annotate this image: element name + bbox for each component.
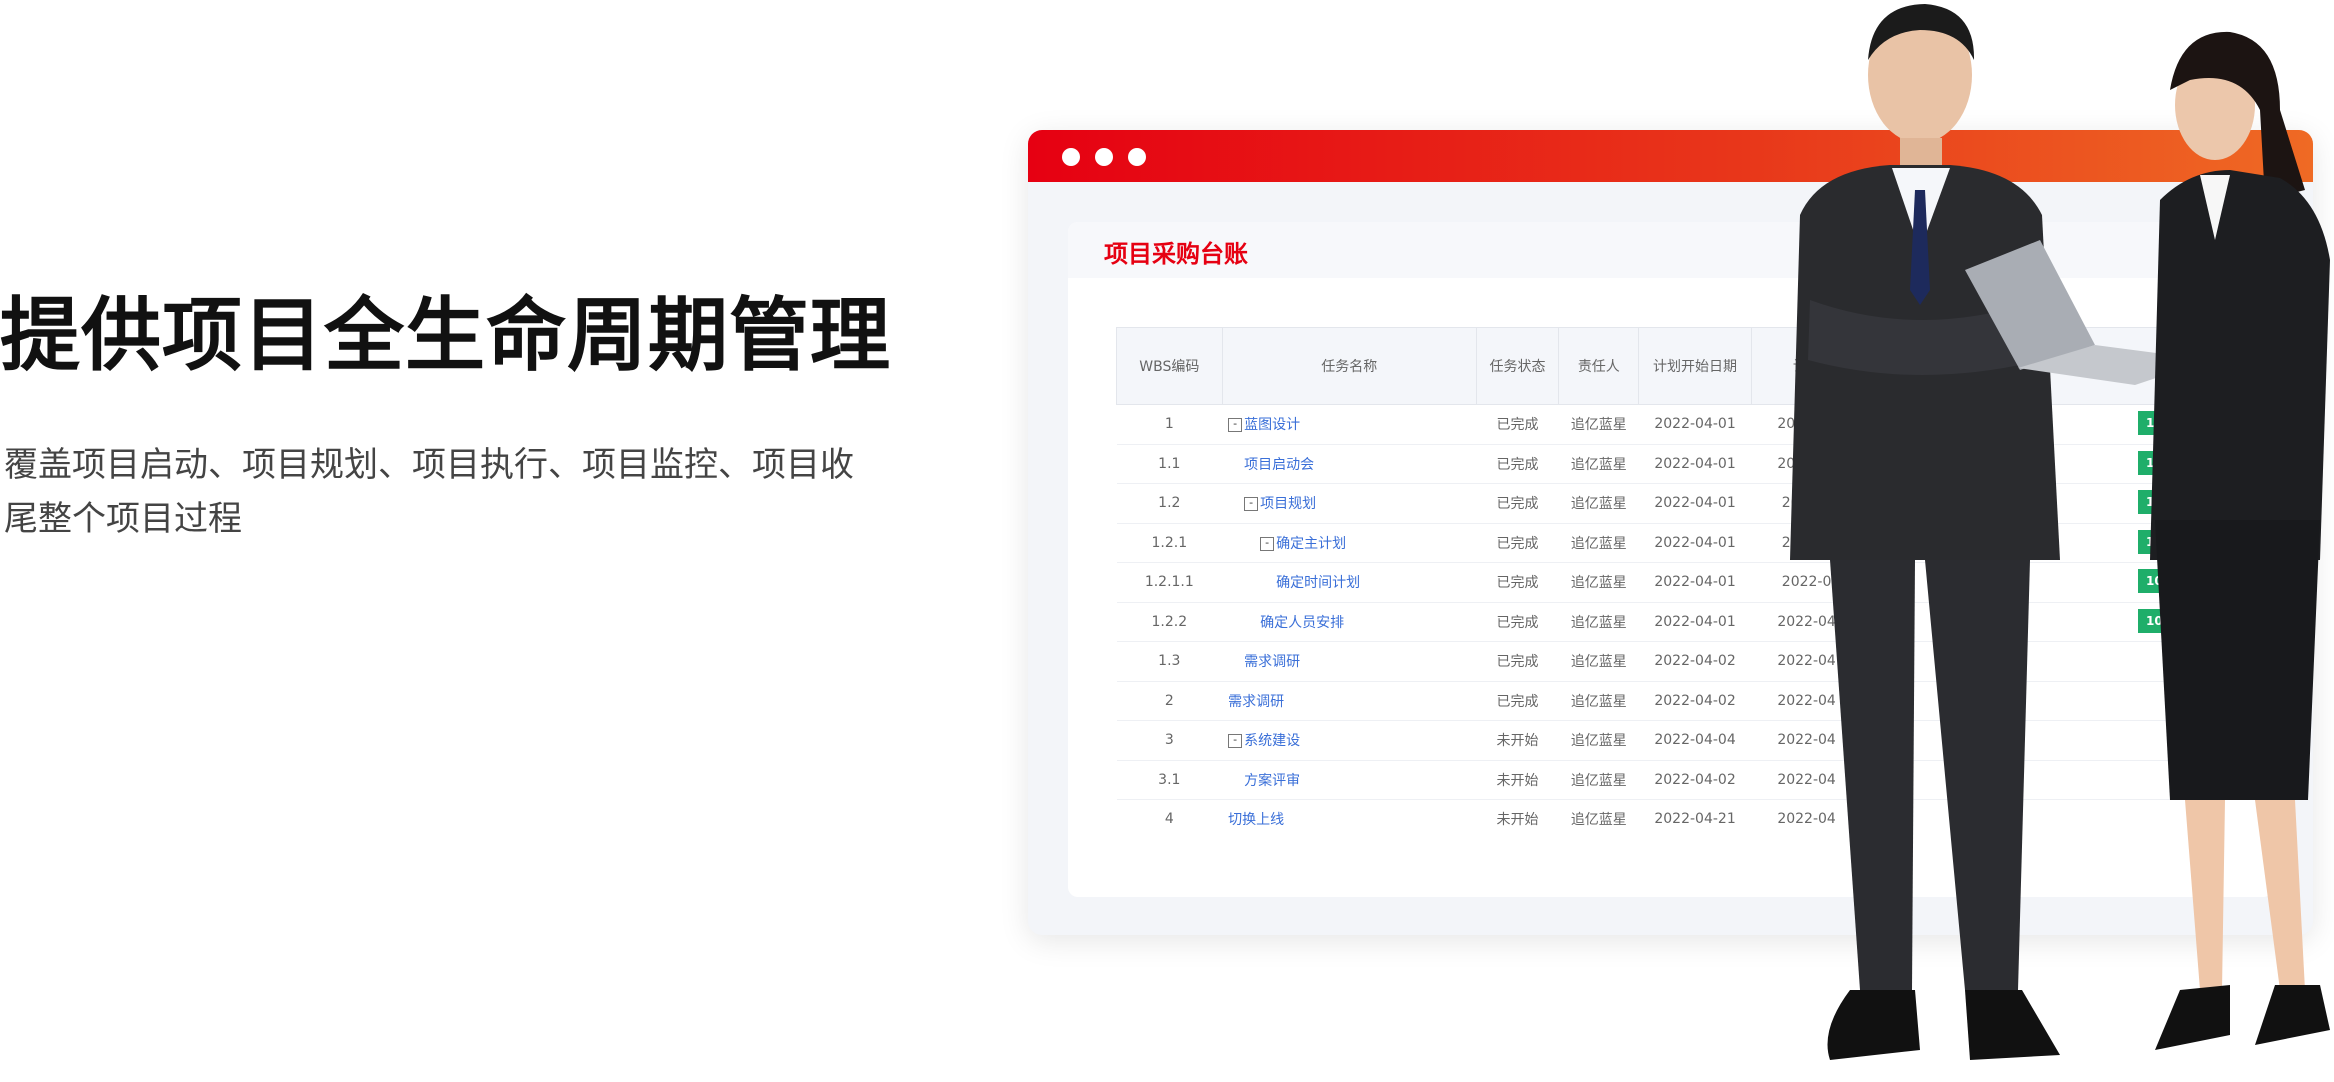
wbs-code-cell: 4 — [1116, 799, 1223, 832]
task-name-link[interactable]: 系统建设 — [1244, 733, 1300, 749]
businessman-figure — [1790, 4, 2060, 1060]
wbs-code-cell: 1.2 — [1116, 483, 1223, 524]
task-name-link[interactable]: 确定人员安排 — [1260, 615, 1344, 631]
task-name-link[interactable]: 方案评审 — [1244, 773, 1300, 789]
start-date-cell: 2022-04-21 — [1638, 799, 1752, 832]
wbs-code-cell: 3 — [1116, 720, 1223, 761]
task-name-link[interactable]: 项目规划 — [1260, 496, 1316, 512]
task-status-cell: 未开始 — [1476, 760, 1559, 800]
owner-cell: 追亿蓝星 — [1558, 444, 1639, 484]
task-name-cell[interactable]: 方案评审 — [1222, 760, 1477, 800]
column-header[interactable]: 责任人 — [1558, 327, 1640, 405]
task-name-link[interactable]: 项目启动会 — [1244, 457, 1314, 473]
task-status-cell: 已完成 — [1476, 562, 1559, 603]
task-name-cell[interactable]: - 系统建设 — [1222, 720, 1477, 761]
start-date-cell: 2022-04-02 — [1638, 760, 1752, 800]
owner-cell: 追亿蓝星 — [1558, 799, 1639, 832]
wbs-code-cell: 1.1 — [1116, 444, 1223, 484]
collapse-toggle-icon[interactable]: - — [1228, 418, 1243, 433]
task-name-link[interactable]: 切换上线 — [1228, 812, 1284, 828]
column-header[interactable]: 任务状态 — [1475, 327, 1560, 405]
wbs-code-cell: 1.3 — [1116, 641, 1223, 682]
owner-cell: 追亿蓝星 — [1558, 602, 1639, 642]
task-status-cell: 已完成 — [1476, 681, 1559, 721]
start-date-cell: 2022-04-01 — [1638, 562, 1752, 603]
task-status-cell: 未开始 — [1476, 799, 1559, 832]
task-name-cell[interactable]: 需求调研 — [1222, 681, 1477, 721]
task-status-cell: 未开始 — [1476, 720, 1559, 761]
start-date-cell: 2022-04-01 — [1638, 444, 1752, 484]
task-status-cell: 已完成 — [1476, 483, 1559, 524]
window-dot-icon — [1095, 148, 1113, 166]
wbs-code-cell: 1.2.2 — [1116, 602, 1223, 642]
task-name-cell[interactable]: 确定人员安排 — [1222, 602, 1477, 642]
hero-title: 提供项目全生命周期管理 — [0, 289, 891, 382]
task-name-link[interactable]: 蓝图设计 — [1244, 417, 1300, 433]
owner-cell: 追亿蓝星 — [1558, 720, 1639, 761]
businesswoman-figure — [2150, 31, 2330, 1050]
column-header[interactable]: 任务名称 — [1221, 327, 1477, 405]
start-date-cell: 2022-04-01 — [1638, 404, 1752, 445]
task-name-cell[interactable]: 需求调研 — [1222, 641, 1477, 682]
start-date-cell: 2022-04-01 — [1638, 523, 1752, 563]
collapse-toggle-icon[interactable]: - — [1228, 734, 1243, 749]
task-name-link[interactable]: 需求调研 — [1228, 694, 1284, 710]
owner-cell: 追亿蓝星 — [1558, 641, 1639, 682]
start-date-cell: 2022-04-01 — [1638, 483, 1752, 524]
owner-cell: 追亿蓝星 — [1558, 523, 1639, 563]
wbs-code-cell: 1 — [1116, 404, 1223, 445]
start-date-cell: 2022-04-02 — [1638, 681, 1752, 721]
collapse-toggle-icon[interactable]: - — [1244, 497, 1259, 512]
collapse-toggle-icon[interactable]: - — [1260, 536, 1275, 551]
task-status-cell: 已完成 — [1476, 523, 1559, 563]
owner-cell: 追亿蓝星 — [1558, 760, 1639, 800]
task-name-cell[interactable]: - 确定主计划 — [1222, 523, 1477, 563]
task-name-cell[interactable]: 切换上线 — [1222, 799, 1477, 832]
column-header[interactable]: 计划开始日期 — [1638, 327, 1752, 405]
task-name-link[interactable]: 需求调研 — [1244, 654, 1300, 670]
task-name-link[interactable]: 确定主计划 — [1276, 536, 1346, 552]
task-name-cell[interactable]: 确定时间计划 — [1222, 562, 1477, 603]
task-name-cell[interactable]: 项目启动会 — [1222, 444, 1477, 484]
wbs-code-cell: 1.2.1.1 — [1116, 562, 1223, 603]
window-dot-icon — [1128, 148, 1146, 166]
wbs-code-cell: 3.1 — [1116, 760, 1223, 800]
panel-title: 项目采购台账 — [1104, 240, 1248, 268]
task-status-cell: 已完成 — [1476, 404, 1559, 445]
owner-cell: 追亿蓝星 — [1558, 404, 1639, 445]
window-dot-icon — [1062, 148, 1080, 166]
wbs-code-cell: 1.2.1 — [1116, 523, 1223, 563]
task-status-cell: 已完成 — [1476, 444, 1559, 484]
owner-cell: 追亿蓝星 — [1558, 562, 1639, 603]
start-date-cell: 2022-04-01 — [1638, 602, 1752, 642]
column-header[interactable]: WBS编码 — [1116, 327, 1223, 405]
business-people-illustration — [1790, 4, 2330, 1060]
task-name-cell[interactable]: - 蓝图设计 — [1222, 404, 1477, 445]
owner-cell: 追亿蓝星 — [1558, 681, 1639, 721]
start-date-cell: 2022-04-02 — [1638, 641, 1752, 682]
task-name-link[interactable]: 确定时间计划 — [1276, 575, 1360, 591]
start-date-cell: 2022-04-04 — [1638, 720, 1752, 761]
task-status-cell: 已完成 — [1476, 641, 1559, 682]
task-status-cell: 已完成 — [1476, 602, 1559, 642]
wbs-code-cell: 2 — [1116, 681, 1223, 721]
hero-description: 覆盖项目启动、项目规划、项目执行、项目监控、项目收尾整个项目过程 — [4, 445, 854, 539]
task-name-cell[interactable]: - 项目规划 — [1222, 483, 1477, 524]
owner-cell: 追亿蓝星 — [1558, 483, 1639, 524]
